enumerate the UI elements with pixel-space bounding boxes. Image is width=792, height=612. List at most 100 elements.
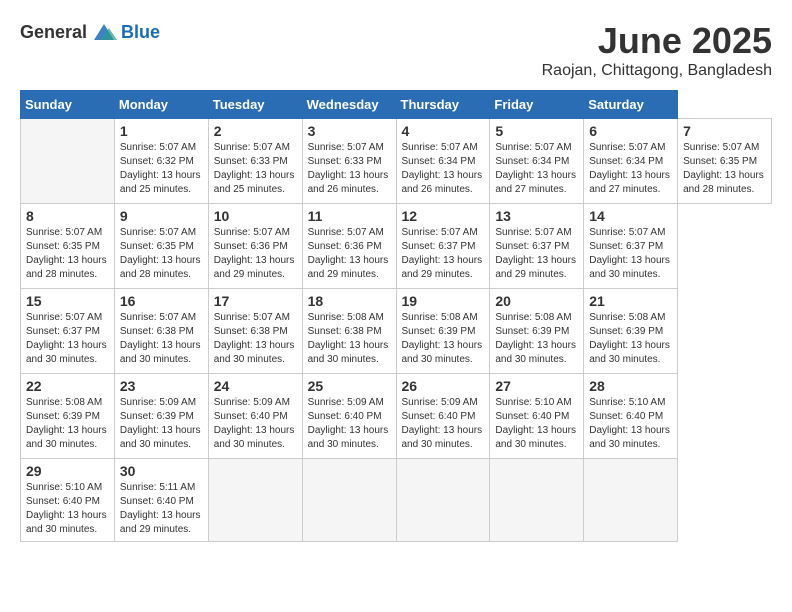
day-info: Sunrise: 5:07 AMSunset: 6:37 PMDaylight:… xyxy=(402,226,485,282)
header-wednesday: Wednesday xyxy=(302,91,396,119)
day-number: 5 xyxy=(495,123,578,139)
logo-icon xyxy=(89,20,119,44)
header-sunday: Sunday xyxy=(21,91,115,119)
calendar-cell xyxy=(584,459,678,542)
day-number: 14 xyxy=(589,208,672,224)
calendar-cell: 25Sunrise: 5:09 AMSunset: 6:40 PMDayligh… xyxy=(302,374,396,459)
day-number: 7 xyxy=(683,123,766,139)
calendar-cell: 17 Sunrise: 5:07 AMSunset: 6:38 PMDayligh… xyxy=(208,289,302,374)
logo-blue: Blue xyxy=(121,22,160,43)
day-info: Sunrise: 5:09 AMSunset: 6:40 PMDaylight:… xyxy=(402,396,485,452)
day-number: 24 xyxy=(214,378,297,394)
calendar-week-2: 15 Sunrise: 5:07 AMSunset: 6:37 PMDayligh… xyxy=(21,289,772,374)
calendar-cell xyxy=(490,459,584,542)
logo: General Blue xyxy=(20,20,160,44)
calendar-week-1: 8 Sunrise: 5:07 AMSunset: 6:35 PMDaylight… xyxy=(21,204,772,289)
calendar-cell: 21Sunrise: 5:08 AMSunset: 6:39 PMDayligh… xyxy=(584,289,678,374)
calendar-cell: 15 Sunrise: 5:07 AMSunset: 6:37 PMDayligh… xyxy=(21,289,115,374)
day-number: 10 xyxy=(214,208,297,224)
calendar-cell: 19 Sunrise: 5:08 AMSunset: 6:39 PMDayligh… xyxy=(396,289,490,374)
day-number: 16 xyxy=(120,293,203,309)
calendar-cell: 5 Sunrise: 5:07 AMSunset: 6:34 PMDaylight… xyxy=(490,119,584,204)
calendar-cell: 28 Sunrise: 5:10 AMSunset: 6:40 PMDayligh… xyxy=(584,374,678,459)
day-number: 8 xyxy=(26,208,109,224)
calendar-week-0: 1Sunrise: 5:07 AMSunset: 6:32 PMDaylight… xyxy=(21,119,772,204)
day-number: 4 xyxy=(402,123,485,139)
day-info: Sunrise: 5:07 AMSunset: 6:35 PMDaylight:… xyxy=(26,226,109,282)
day-number: 1 xyxy=(120,123,203,139)
day-info: Sunrise: 5:07 AMSunset: 6:34 PMDaylight:… xyxy=(589,141,672,197)
day-info: Sunrise: 5:07 AMSunset: 6:37 PMDaylight:… xyxy=(26,311,109,367)
header-monday: Monday xyxy=(114,91,208,119)
calendar-cell: 6Sunrise: 5:07 AMSunset: 6:34 PMDaylight… xyxy=(584,119,678,204)
day-info: Sunrise: 5:07 AMSunset: 6:36 PMDaylight:… xyxy=(308,226,391,282)
day-number: 22 xyxy=(26,378,109,394)
calendar-cell xyxy=(21,119,115,204)
day-info: Sunrise: 5:07 AMSunset: 6:35 PMDaylight:… xyxy=(683,141,766,197)
calendar-cell: 2 Sunrise: 5:07 AMSunset: 6:33 PMDaylight… xyxy=(208,119,302,204)
day-info: Sunrise: 5:07 AMSunset: 6:34 PMDaylight:… xyxy=(495,141,578,197)
day-info: Sunrise: 5:08 AMSunset: 6:39 PMDaylight:… xyxy=(495,311,578,367)
calendar-cell: 16 Sunrise: 5:07 AMSunset: 6:38 PMDayligh… xyxy=(114,289,208,374)
calendar-cell: 30 Sunrise: 5:11 AMSunset: 6:40 PMDayligh… xyxy=(114,459,208,542)
calendar-cell: 20 Sunrise: 5:08 AMSunset: 6:39 PMDayligh… xyxy=(490,289,584,374)
day-number: 13 xyxy=(495,208,578,224)
calendar-cell: 3 Sunrise: 5:07 AMSunset: 6:33 PMDaylight… xyxy=(302,119,396,204)
day-number: 17 xyxy=(214,293,297,309)
day-info: Sunrise: 5:07 AMSunset: 6:36 PMDaylight:… xyxy=(214,226,297,282)
day-number: 2 xyxy=(214,123,297,139)
day-number: 12 xyxy=(402,208,485,224)
day-number: 9 xyxy=(120,208,203,224)
day-number: 26 xyxy=(402,378,485,394)
calendar-cell: 8 Sunrise: 5:07 AMSunset: 6:35 PMDaylight… xyxy=(21,204,115,289)
day-info: Sunrise: 5:08 AMSunset: 6:39 PMDaylight:… xyxy=(26,396,109,452)
day-number: 15 xyxy=(26,293,109,309)
calendar-cell: 11 Sunrise: 5:07 AMSunset: 6:36 PMDayligh… xyxy=(302,204,396,289)
header-saturday: Saturday xyxy=(584,91,678,119)
calendar-cell xyxy=(302,459,396,542)
calendar-cell: 18Sunrise: 5:08 AMSunset: 6:38 PMDayligh… xyxy=(302,289,396,374)
header-thursday: Thursday xyxy=(396,91,490,119)
day-info: Sunrise: 5:07 AMSunset: 6:35 PMDaylight:… xyxy=(120,226,203,282)
calendar-table: SundayMondayTuesdayWednesdayThursdayFrid… xyxy=(20,90,772,542)
calendar-cell: 9 Sunrise: 5:07 AMSunset: 6:35 PMDaylight… xyxy=(114,204,208,289)
day-info: Sunrise: 5:09 AMSunset: 6:40 PMDaylight:… xyxy=(214,396,297,452)
day-info: Sunrise: 5:07 AMSunset: 6:33 PMDaylight:… xyxy=(308,141,391,197)
day-info: Sunrise: 5:11 AMSunset: 6:40 PMDaylight:… xyxy=(120,481,203,537)
day-info: Sunrise: 5:07 AMSunset: 6:37 PMDaylight:… xyxy=(589,226,672,282)
day-number: 28 xyxy=(589,378,672,394)
calendar-subtitle: Raojan, Chittagong, Bangladesh xyxy=(542,62,772,80)
calendar-cell: 29Sunrise: 5:10 AMSunset: 6:40 PMDayligh… xyxy=(21,459,115,542)
day-info: Sunrise: 5:09 AMSunset: 6:39 PMDaylight:… xyxy=(120,396,203,452)
day-info: Sunrise: 5:08 AMSunset: 6:39 PMDaylight:… xyxy=(402,311,485,367)
calendar-cell: 7 Sunrise: 5:07 AMSunset: 6:35 PMDaylight… xyxy=(678,119,772,204)
calendar-title: June 2025 xyxy=(542,20,772,62)
calendar-cell xyxy=(208,459,302,542)
calendar-cell: 4 Sunrise: 5:07 AMSunset: 6:34 PMDaylight… xyxy=(396,119,490,204)
calendar-cell: 24 Sunrise: 5:09 AMSunset: 6:40 PMDayligh… xyxy=(208,374,302,459)
day-info: Sunrise: 5:08 AMSunset: 6:39 PMDaylight:… xyxy=(589,311,672,367)
logo-general: General xyxy=(20,22,87,43)
day-info: Sunrise: 5:07 AMSunset: 6:37 PMDaylight:… xyxy=(495,226,578,282)
calendar-cell: 23 Sunrise: 5:09 AMSunset: 6:39 PMDayligh… xyxy=(114,374,208,459)
day-info: Sunrise: 5:07 AMSunset: 6:38 PMDaylight:… xyxy=(120,311,203,367)
day-number: 11 xyxy=(308,208,391,224)
day-number: 23 xyxy=(120,378,203,394)
day-number: 3 xyxy=(308,123,391,139)
calendar-cell: 13 Sunrise: 5:07 AMSunset: 6:37 PMDayligh… xyxy=(490,204,584,289)
header: General Blue June 2025 Raojan, Chittagon… xyxy=(20,20,772,80)
calendar-cell: 26 Sunrise: 5:09 AMSunset: 6:40 PMDayligh… xyxy=(396,374,490,459)
day-number: 19 xyxy=(402,293,485,309)
day-info: Sunrise: 5:07 AMSunset: 6:33 PMDaylight:… xyxy=(214,141,297,197)
day-number: 25 xyxy=(308,378,391,394)
day-info: Sunrise: 5:10 AMSunset: 6:40 PMDaylight:… xyxy=(589,396,672,452)
day-info: Sunrise: 5:07 AMSunset: 6:38 PMDaylight:… xyxy=(214,311,297,367)
day-info: Sunrise: 5:07 AMSunset: 6:34 PMDaylight:… xyxy=(402,141,485,197)
calendar-cell: 10 Sunrise: 5:07 AMSunset: 6:36 PMDayligh… xyxy=(208,204,302,289)
day-number: 20 xyxy=(495,293,578,309)
calendar-week-3: 22 Sunrise: 5:08 AMSunset: 6:39 PMDayligh… xyxy=(21,374,772,459)
calendar-cell: 12 Sunrise: 5:07 AMSunset: 6:37 PMDayligh… xyxy=(396,204,490,289)
day-number: 27 xyxy=(495,378,578,394)
day-number: 29 xyxy=(26,463,109,479)
day-number: 30 xyxy=(120,463,203,479)
